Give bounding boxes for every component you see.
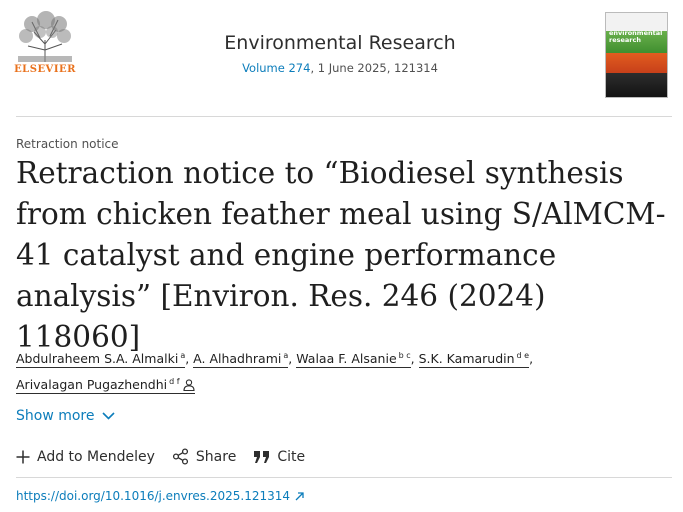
- author-affiliation-marks: b c: [398, 351, 411, 360]
- journal-name-link[interactable]: Environmental Research: [224, 32, 455, 54]
- add-to-mendeley-button[interactable]: Add to Mendeley: [16, 449, 155, 465]
- show-more-button[interactable]: Show more: [16, 408, 115, 424]
- author-name: A. Alhadhrami: [193, 351, 282, 366]
- journal-cover-image[interactable]: environmental research: [605, 12, 668, 98]
- chevron-down-icon: [101, 412, 115, 420]
- cover-orange-band: [606, 53, 667, 73]
- article-type: Retraction notice: [16, 137, 119, 151]
- author-separator: ,: [529, 351, 534, 366]
- show-more-label: Show more: [16, 408, 95, 424]
- external-link-icon: [295, 491, 304, 500]
- author-list: Abdulraheem S.A. Almalki a, A. Alhadhrami…: [16, 344, 656, 396]
- volume-link[interactable]: Volume 274: [242, 61, 310, 75]
- doi-link[interactable]: https://doi.org/10.1016/j.envres.2025.12…: [16, 489, 304, 503]
- actions-divider: [16, 477, 672, 478]
- person-icon: [182, 379, 195, 391]
- article-title: Retraction notice to “Biodiesel synthesi…: [16, 156, 666, 354]
- elsevier-tree-logo-icon: [12, 10, 78, 64]
- author-separator: ,: [410, 351, 419, 366]
- journal-meta: Volume 274, 1 June 2025, 121314: [120, 61, 560, 75]
- share-label: Share: [195, 448, 237, 465]
- author-separator: ,: [185, 351, 194, 366]
- cover-title: environmental research: [609, 30, 662, 44]
- issue-date-and-id: , 1 June 2025, 121314: [310, 61, 438, 75]
- author-name: Arivalagan Pugazhendhi: [16, 377, 168, 392]
- author-affiliation-marks: d f: [169, 377, 180, 386]
- author-name: S.K. Kamarudin: [418, 351, 515, 366]
- author-name: Abdulraheem S.A. Almalki: [16, 351, 179, 366]
- plus-icon: [16, 450, 30, 463]
- author-link-corresponding[interactable]: Arivalagan Pugazhendhi d f: [16, 377, 195, 394]
- author-link[interactable]: Walaa F. Alsanie b c: [296, 351, 411, 368]
- cover-title-line2: research: [609, 36, 641, 44]
- doi-url: https://doi.org/10.1016/j.envres.2025.12…: [16, 489, 291, 503]
- article-actions-bar: Add to Mendeley Share Cite: [16, 448, 322, 465]
- author-link[interactable]: S.K. Kamarudin d e: [418, 351, 530, 368]
- cite-button[interactable]: Cite: [253, 449, 305, 465]
- author-affiliation-marks: d e: [516, 351, 530, 360]
- share-icon: [172, 448, 188, 465]
- cite-label: Cite: [277, 448, 306, 465]
- quote-icon: [254, 450, 270, 463]
- share-button[interactable]: Share: [172, 448, 236, 465]
- header-divider: [16, 116, 672, 117]
- publisher-name: ELSEVIER: [14, 64, 76, 75]
- author-link[interactable]: Abdulraheem S.A. Almalki a: [16, 351, 186, 368]
- cover-dark-band: [606, 73, 667, 97]
- author-link[interactable]: A. Alhadhrami a: [193, 351, 289, 368]
- add-to-mendeley-label: Add to Mendeley: [37, 448, 155, 465]
- journal-header: Environmental Research Volume 274, 1 Jun…: [120, 32, 560, 75]
- author-name: Walaa F. Alsanie: [296, 351, 397, 366]
